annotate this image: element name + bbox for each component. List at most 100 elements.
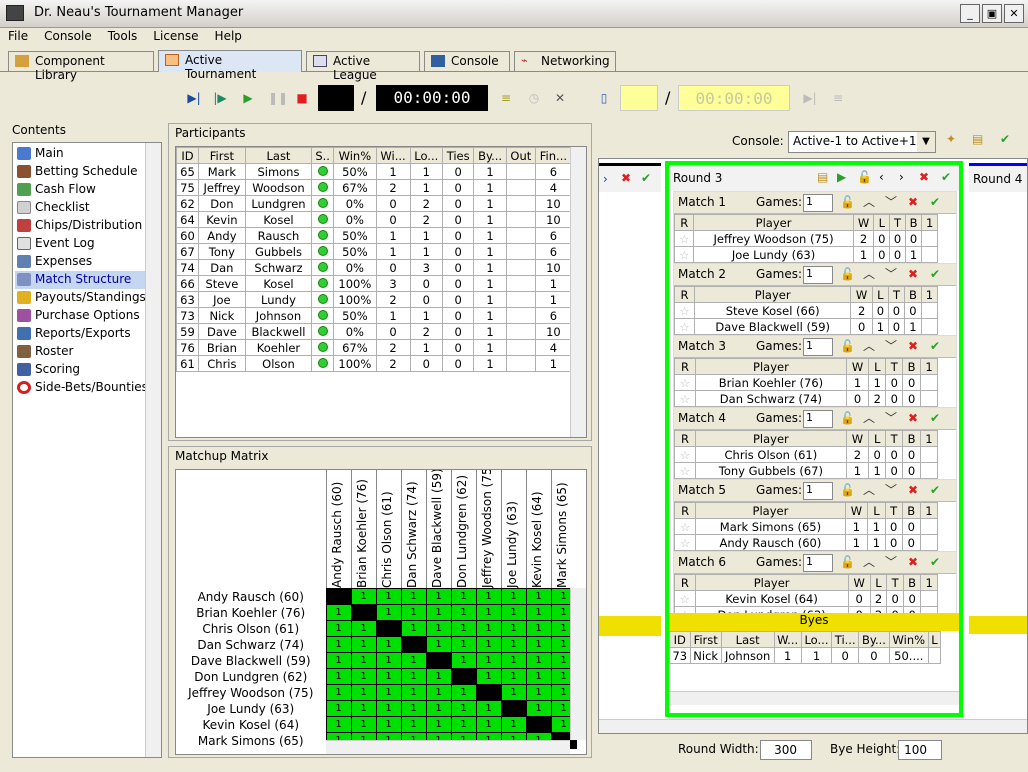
matrix-cell[interactable]: 1 <box>350 700 377 717</box>
menu-console[interactable]: Console <box>36 28 100 44</box>
delete-icon[interactable]: ✖ <box>906 195 920 209</box>
matrix-cell[interactable] <box>400 636 427 653</box>
matrix-cell[interactable]: 1 <box>325 636 352 653</box>
contents-item-roster[interactable]: Roster <box>15 343 145 361</box>
tab-active-tournament[interactable]: Active Tournament <box>158 50 302 81</box>
up-icon[interactable]: ︿ <box>862 483 876 497</box>
matrix-cell[interactable] <box>375 620 402 637</box>
column-header[interactable]: Wi... <box>375 147 411 164</box>
check-icon[interactable]: ✔ <box>928 195 942 209</box>
matrix-cell[interactable]: 1 <box>425 716 452 733</box>
participants-scrollbar[interactable] <box>570 147 586 437</box>
matrix-cell[interactable]: 1 <box>350 716 377 733</box>
menu-license[interactable]: License <box>145 28 206 44</box>
down-icon[interactable]: ﹀ <box>884 195 898 209</box>
rank-star-icon[interactable]: ☆ <box>673 446 697 463</box>
match-player-row[interactable]: ☆ Steve Kosel (66) 2 0 0 0 <box>674 302 939 319</box>
matrix-cell[interactable]: 1 <box>425 636 452 653</box>
matrix-cell[interactable]: 1 <box>475 620 502 637</box>
match-player-row[interactable]: ☆ Jeffrey Woodson (75) 2 0 0 0 <box>673 230 938 247</box>
chevron-down-icon[interactable]: ▼ <box>917 132 935 152</box>
matrix-hscroll[interactable] <box>326 740 570 754</box>
pause-icon[interactable]: ❚❚ <box>268 90 288 106</box>
matrix-cell[interactable]: 1 <box>375 604 402 621</box>
contents-scrollbar[interactable] <box>145 143 161 757</box>
matrix-cell[interactable]: 1 <box>425 684 452 701</box>
matrix-cell[interactable]: 1 <box>450 620 477 637</box>
match-game-cell[interactable] <box>920 318 939 335</box>
matrix-cell[interactable]: 1 <box>500 668 527 685</box>
contents-item-payouts[interactable]: Payouts/Standings <box>15 289 146 307</box>
down-icon[interactable]: ﹀ <box>884 411 898 425</box>
participant-row[interactable]: 73 Nick Johnson 50% 1 1 0 1 6 <box>176 307 573 324</box>
participant-row[interactable]: 64 Kevin Kosel 0% 0 2 0 1 10 <box>176 211 573 228</box>
participant-row[interactable]: 61 Chris Olson 100% 2 0 0 1 1 <box>176 355 573 372</box>
matrix-cell[interactable]: 1 <box>325 716 352 733</box>
matrix-cell[interactable]: 1 <box>325 684 352 701</box>
match-game-cell[interactable] <box>921 230 938 247</box>
wand-icon[interactable]: ✦ <box>946 132 956 146</box>
play-icon[interactable]: ▶ <box>837 170 846 184</box>
rank-star-icon[interactable]: ☆ <box>673 462 697 479</box>
matrix-cell[interactable]: 1 <box>400 620 427 637</box>
clock-icon[interactable]: ◷ <box>526 90 542 106</box>
match-player-row[interactable]: ☆ Chris Olson (61) 2 0 0 0 <box>673 446 939 463</box>
byes-column-header[interactable]: Last <box>720 631 775 648</box>
matrix-cell[interactable]: 1 <box>525 700 552 717</box>
matrix-cell[interactable]: 1 <box>350 636 377 653</box>
matrix-cell[interactable] <box>475 684 502 701</box>
matrix-cell[interactable]: 1 <box>525 588 552 605</box>
check-icon[interactable]: ✔ <box>641 171 651 185</box>
matrix-cell[interactable]: 1 <box>375 684 402 701</box>
participant-row[interactable]: 76 Brian Koehler 67% 2 1 0 1 4 <box>176 339 573 356</box>
delete-icon[interactable]: ✖ <box>906 411 920 425</box>
matrix-cell[interactable]: 1 <box>450 636 477 653</box>
rank-star-icon[interactable]: ☆ <box>674 318 695 335</box>
byes-column-header[interactable]: L <box>927 631 942 648</box>
close-window-button[interactable]: ✕ <box>1004 4 1024 23</box>
lock-icon[interactable]: 🔓 <box>840 411 855 425</box>
rank-star-icon[interactable]: ☆ <box>673 374 697 391</box>
tab-networking[interactable]: ⌁ Networking <box>514 51 616 71</box>
matrix-cell[interactable]: 1 <box>525 684 552 701</box>
games-spinner[interactable]: 1 <box>803 554 833 572</box>
rank-star-icon[interactable]: ☆ <box>673 246 695 263</box>
match-player-row[interactable]: ☆ Kevin Kosel (64) 0 2 0 0 <box>674 590 938 607</box>
lock-icon[interactable]: 🔓 <box>840 483 855 497</box>
delete-icon[interactable]: ✖ <box>906 267 920 281</box>
matrix-cell[interactable]: 1 <box>375 588 402 605</box>
participant-row[interactable]: 63 Joe Lundy 100% 2 0 0 1 1 <box>176 291 573 308</box>
byes-row[interactable]: 73 Nick Johnson 1 1 0 0 50.... <box>669 647 942 664</box>
up-icon[interactable]: ︿ <box>862 555 876 569</box>
new-doc-icon[interactable]: ▤ <box>972 132 983 146</box>
participant-row[interactable]: 74 Dan Schwarz 0% 0 3 0 1 10 <box>176 259 573 276</box>
down-icon[interactable]: ﹀ <box>884 483 898 497</box>
delete-icon[interactable]: ✖ <box>906 483 920 497</box>
matrix-cell[interactable]: 1 <box>500 604 527 621</box>
matrix-cell[interactable]: 1 <box>475 652 502 669</box>
match-game-cell[interactable] <box>919 374 939 391</box>
matrix-cell[interactable]: 1 <box>450 700 477 717</box>
matrix-cell[interactable] <box>450 668 477 685</box>
participant-row[interactable]: 65 Mark Simons 50% 1 1 0 1 6 <box>176 163 573 180</box>
rounds-hscroll[interactable] <box>599 719 1027 733</box>
contents-item-match-structure[interactable]: Match Structure <box>15 271 145 289</box>
lock-icon[interactable]: 🔓 <box>840 339 855 353</box>
up-icon[interactable]: ︿ <box>862 195 876 209</box>
matrix-cell[interactable]: 1 <box>325 620 352 637</box>
matrix-cell[interactable]: 1 <box>450 604 477 621</box>
matrix-cell[interactable]: 1 <box>525 620 552 637</box>
check-icon[interactable]: ✔ <box>928 411 942 425</box>
byes-column-header[interactable]: Lo... <box>800 631 833 648</box>
matrix-cell[interactable]: 1 <box>375 636 402 653</box>
participant-row[interactable]: 62 Don Lundgren 0% 0 2 0 1 10 <box>176 195 573 212</box>
matrix-cell[interactable]: 1 <box>475 700 502 717</box>
up-icon[interactable]: ︿ <box>862 339 876 353</box>
contents-item-chips[interactable]: Chips/Distribution <box>15 217 145 235</box>
check-icon[interactable]: ✔ <box>1000 132 1010 146</box>
matrix-cell[interactable]: 1 <box>350 668 377 685</box>
tab-active-league[interactable]: Active League <box>306 51 420 82</box>
matrix-cell[interactable] <box>425 652 452 669</box>
down-icon[interactable]: ﹀ <box>884 267 898 281</box>
check-icon[interactable]: ✔ <box>928 483 942 497</box>
